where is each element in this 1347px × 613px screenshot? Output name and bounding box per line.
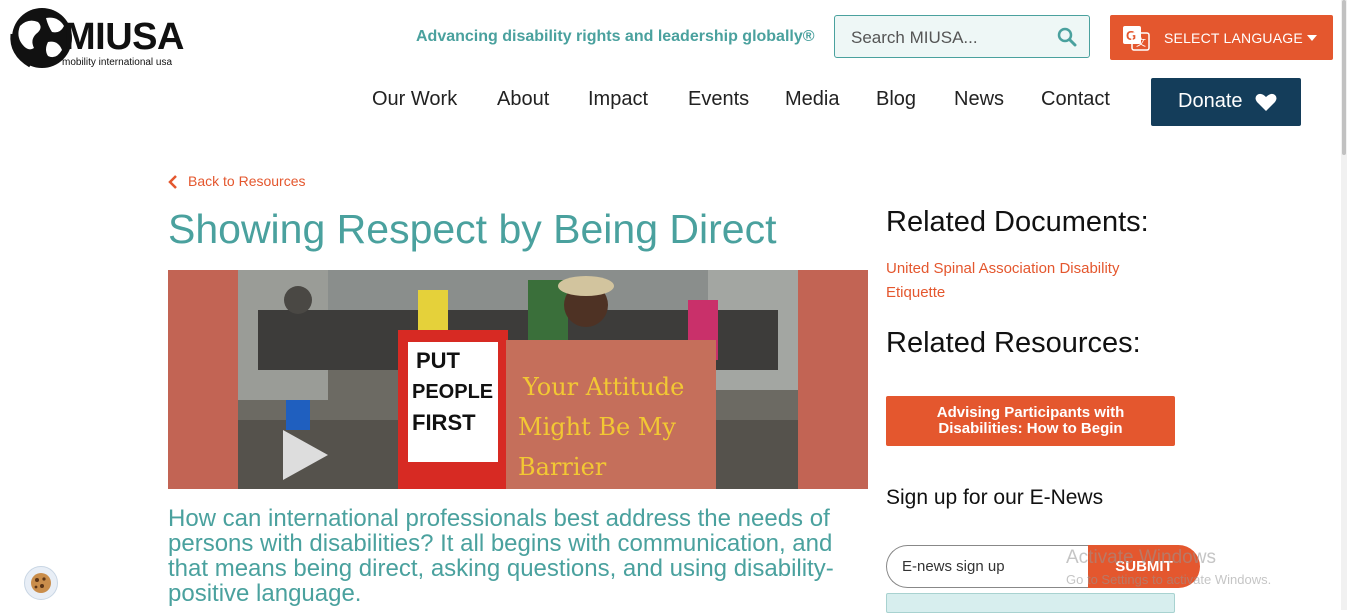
svg-text:PEOPLE: PEOPLE bbox=[412, 381, 493, 403]
search-box[interactable] bbox=[834, 15, 1090, 59]
nav-item-news[interactable]: News bbox=[954, 88, 1004, 111]
related-resources-heading: Related Resources: bbox=[886, 327, 1141, 359]
google-translate-icon: G 文 bbox=[1123, 26, 1150, 51]
chevron-down-icon bbox=[1307, 35, 1317, 41]
page-scrollbar[interactable] bbox=[1341, 0, 1347, 610]
svg-text:G: G bbox=[1126, 28, 1136, 43]
cookie-icon bbox=[31, 573, 51, 593]
chevron-left-icon bbox=[168, 175, 177, 189]
nav-item-impact[interactable]: Impact bbox=[588, 88, 648, 111]
activate-windows-title: Activate Windows bbox=[1066, 547, 1216, 568]
svg-text:Might Be My: Might Be My bbox=[518, 413, 676, 441]
tagline: Advancing disability rights and leadersh… bbox=[416, 28, 815, 45]
search-icon[interactable] bbox=[1057, 27, 1077, 47]
svg-text:FIRST: FIRST bbox=[412, 410, 476, 435]
related-document-link[interactable]: United Spinal Association Disability Eti… bbox=[886, 257, 1176, 305]
enews-heading: Sign up for our E-News bbox=[886, 486, 1104, 509]
related-resource-button[interactable]: Advising Participants with Disabilities:… bbox=[886, 396, 1175, 446]
search-input[interactable] bbox=[835, 16, 1063, 59]
svg-text:文: 文 bbox=[1136, 36, 1146, 49]
scrollbar-thumb[interactable] bbox=[1342, 0, 1346, 155]
nav-item-our-work[interactable]: Our Work bbox=[372, 88, 457, 111]
related-documents-heading: Related Documents: bbox=[886, 206, 1149, 238]
logo-wordmark: MIUSA bbox=[64, 16, 184, 58]
related-resource-label: Advising Participants with Disabilities:… bbox=[936, 404, 1125, 437]
nav-item-media[interactable]: Media bbox=[785, 88, 839, 111]
heart-icon bbox=[1255, 93, 1277, 111]
select-language-button[interactable]: G 文 SELECT LANGUAGE bbox=[1110, 15, 1333, 60]
intro-paragraph: How can international professionals best… bbox=[168, 505, 834, 607]
nav-item-events[interactable]: Events bbox=[688, 88, 749, 111]
cookie-settings-button[interactable] bbox=[24, 566, 58, 600]
donate-button[interactable]: Donate bbox=[1151, 78, 1301, 126]
logo-subtext: mobility international usa bbox=[62, 57, 173, 68]
svg-text:Barrier: Barrier bbox=[518, 453, 607, 481]
hero-image: PUT PEOPLE FIRST Your Attitude Might Be … bbox=[168, 270, 868, 489]
svg-text:PUT: PUT bbox=[416, 348, 461, 373]
activate-windows-subtitle: Go to Settings to activate Windows. bbox=[1066, 572, 1272, 587]
nav-item-contact[interactable]: Contact bbox=[1041, 88, 1110, 111]
page-title: Showing Respect by Being Direct bbox=[168, 206, 777, 252]
nav-item-about[interactable]: About bbox=[497, 88, 549, 111]
rally-photo: PUT PEOPLE FIRST Your Attitude Might Be … bbox=[238, 270, 798, 489]
select-language-label: SELECT LANGUAGE bbox=[1164, 30, 1303, 46]
svg-text:Your Attitude: Your Attitude bbox=[522, 373, 684, 401]
miusa-logo[interactable]: MIUSA mobility international usa bbox=[8, 4, 198, 72]
back-link-label: Back to Resources bbox=[188, 173, 306, 189]
nav-item-blog[interactable]: Blog bbox=[876, 88, 916, 111]
enews-partial-box bbox=[886, 593, 1175, 613]
donate-label: Donate bbox=[1178, 90, 1243, 112]
